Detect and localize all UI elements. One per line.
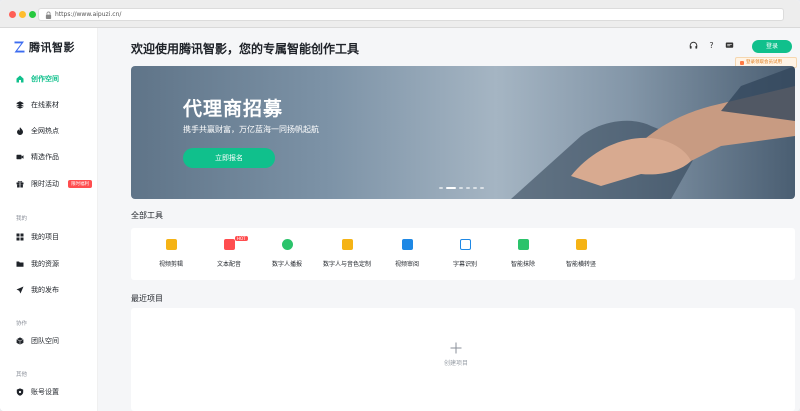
page-title: 欢迎使用腾讯智影，您的专属智能创作工具: [131, 42, 360, 56]
send-icon: [16, 286, 24, 294]
sidebar-item-creation-space[interactable]: 创作空间: [0, 70, 98, 88]
limited-offer-badge: 限时福利: [68, 180, 92, 188]
all-tools-title: 全部工具: [131, 211, 163, 220]
sidebar-item-label: 精选作品: [31, 153, 59, 161]
lock-icon: [45, 11, 52, 19]
carousel-dot-active[interactable]: [446, 187, 456, 189]
section-label-collab: 协作: [16, 321, 28, 327]
shield-icon: [16, 388, 24, 396]
sidebar-item-label: 我的项目: [31, 233, 59, 241]
carousel-dot[interactable]: [466, 187, 470, 189]
banner-subtitle: 携手共赢财富，万亿蓝海一同扬帆起航: [183, 125, 319, 134]
sidebar-item-label: 在线素材: [31, 101, 59, 109]
tool-label: 智能横转竖: [565, 261, 596, 268]
carousel-indicators: [439, 187, 484, 189]
video-icon: [16, 154, 24, 160]
sidebar-item-featured-works[interactable]: 精选作品: [0, 148, 98, 166]
tool-label: 智能抹除: [510, 261, 535, 268]
sidebar-item-label: 限时活动: [31, 180, 59, 188]
carousel-dot[interactable]: [473, 187, 477, 189]
brand-logo[interactable]: 腾讯智影: [14, 40, 75, 54]
register-now-button[interactable]: 立即报名: [183, 148, 275, 168]
tool-text-voice[interactable]: HOT 文本配音: [199, 236, 259, 271]
tool-label: 视频审阅: [394, 261, 419, 268]
tool-label: 字幕识别: [452, 261, 477, 268]
sidebar-item-my-publications[interactable]: 我的发布: [0, 281, 98, 299]
sidebar-item-limited-events[interactable]: 限时活动 限时福利: [0, 175, 98, 193]
rotate-icon: [575, 239, 587, 250]
sidebar-item-my-resources[interactable]: 我的资源: [0, 255, 98, 273]
sidebar-item-hot-topics[interactable]: 全网热点: [0, 122, 98, 140]
sidebar-item-label: 全网热点: [31, 127, 59, 135]
avatar-icon: [281, 239, 293, 250]
section-label-other: 其他: [16, 372, 28, 378]
close-window-icon[interactable]: [9, 11, 16, 18]
text-voice-icon: [223, 239, 235, 250]
sidebar-item-label: 我的发布: [31, 286, 59, 294]
grid-icon: [16, 233, 24, 241]
help-icon[interactable]: ?: [707, 41, 716, 50]
header-actions: ?: [689, 41, 734, 50]
sidebar-item-online-assets[interactable]: 在线素材: [0, 96, 98, 114]
subtitle-icon: [459, 239, 471, 250]
logo-mark-icon: [14, 41, 25, 53]
tool-smart-erase[interactable]: 智能抹除: [493, 239, 553, 271]
tool-custom-voice[interactable]: 数字人与音色定制: [315, 239, 379, 271]
banner-title: 代理商招募: [183, 98, 284, 120]
browser-titlebar: https://www.aipuzi.cn/: [0, 0, 800, 28]
tool-landscape-to-portrait[interactable]: 智能横转竖: [551, 239, 611, 271]
brand-name: 腾讯智影: [29, 41, 75, 54]
main-content: 欢迎使用腾讯智影，您的专属智能创作工具 ? 登录 登录领取会员试用 代理商招募 …: [98, 28, 800, 411]
tool-video-review[interactable]: 视频审阅: [377, 239, 437, 271]
plus-icon[interactable]: [450, 342, 462, 354]
create-project-label[interactable]: 创建项目: [431, 358, 481, 367]
minimize-window-icon[interactable]: [19, 11, 26, 18]
hot-badge: HOT: [235, 236, 248, 241]
sidebar-item-label: 创作空间: [31, 75, 59, 83]
layers-icon: [16, 101, 24, 109]
carousel-dot[interactable]: [439, 187, 443, 189]
tool-label: 数字人与音色定制: [322, 261, 371, 268]
sidebar: 腾讯智影 创作空间 在线素材 全网热点 精选作品 限时活动 限时福利 我的 我的…: [0, 28, 98, 411]
carousel-dot[interactable]: [459, 187, 463, 189]
handshake-illustration: [511, 66, 795, 199]
tool-label: 视频剪辑: [158, 261, 183, 268]
review-icon: [401, 239, 413, 250]
promo-banner[interactable]: 代理商招募 携手共赢财富，万亿蓝海一同扬帆起航 立即报名: [131, 66, 795, 199]
address-bar[interactable]: https://www.aipuzi.cn/: [38, 8, 784, 21]
erase-icon: [517, 239, 529, 250]
flame-icon: [17, 127, 23, 135]
tool-video-edit[interactable]: 视频剪辑: [141, 239, 201, 271]
section-label-mine: 我的: [16, 216, 28, 222]
sidebar-item-label: 我的资源: [31, 260, 59, 268]
login-button[interactable]: 登录: [752, 40, 792, 53]
sidebar-item-label: 团队空间: [31, 337, 59, 345]
sidebar-item-account-settings[interactable]: 账号设置: [0, 383, 98, 401]
carousel-dot[interactable]: [480, 187, 484, 189]
url-text: https://www.aipuzi.cn/: [55, 11, 122, 18]
sidebar-item-my-projects[interactable]: 我的项目: [0, 228, 98, 246]
folder-icon: [16, 261, 24, 267]
browser-window: https://www.aipuzi.cn/ 腾讯智影 创作空间 在线素材 全网…: [0, 0, 800, 411]
maximize-window-icon[interactable]: [29, 11, 36, 18]
gift-icon: [16, 180, 24, 188]
home-icon: [16, 75, 24, 83]
recent-projects-panel: 创建项目: [131, 308, 795, 411]
tools-panel: 视频剪辑 HOT 文本配音 数字人播报 数字人与音色定制 视频审阅 字幕识别 智…: [131, 228, 795, 280]
sidebar-item-label: 账号设置: [31, 388, 59, 396]
video-edit-icon: [165, 239, 177, 250]
headset-icon[interactable]: [689, 41, 698, 50]
sidebar-item-team-space[interactable]: 团队空间: [0, 332, 98, 350]
custom-icon: [341, 239, 353, 250]
tool-label: 文本配音: [216, 261, 241, 268]
recent-projects-title: 最近项目: [131, 294, 163, 303]
message-icon[interactable]: [725, 41, 734, 50]
tool-label: 数字人播报: [271, 261, 302, 268]
tool-subtitle-recognition[interactable]: 字幕识别: [435, 239, 495, 271]
tool-digital-human[interactable]: 数字人播报: [257, 239, 317, 271]
cube-icon: [16, 337, 24, 345]
